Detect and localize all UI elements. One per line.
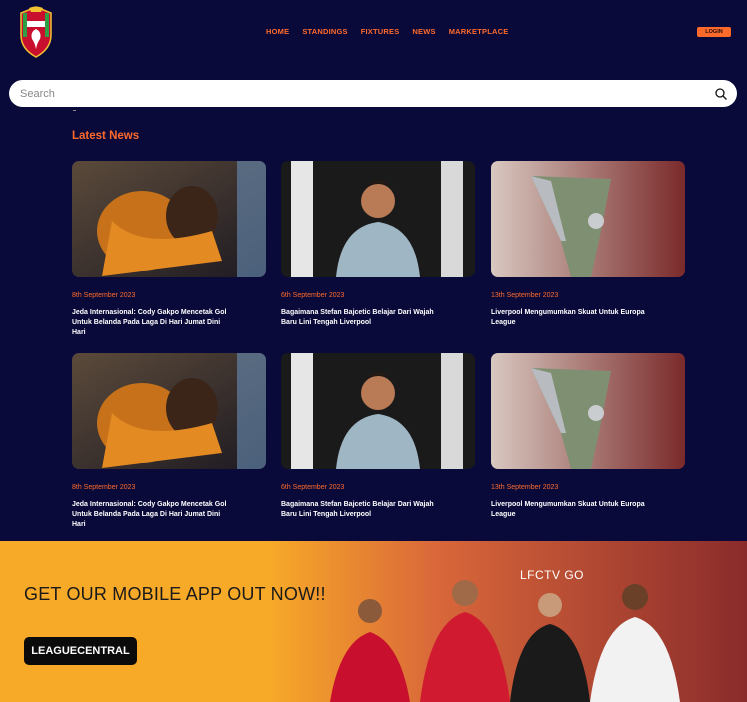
news-title[interactable]: Jeda Internasional: Cody Gakpo Mencetak …: [72, 500, 232, 530]
section-title: Latest News: [72, 130, 140, 142]
login-button[interactable]: LOGIN: [697, 27, 731, 37]
players-hugging-image: [72, 161, 266, 277]
banner-headline: GET OUR MOBILE APP OUT NOW!!: [24, 584, 326, 604]
nav-standings[interactable]: STANDINGS: [302, 27, 347, 36]
news-card[interactable]: 13th September 2023 Liverpool Mengumumka…: [491, 161, 685, 326]
player-training-image: [281, 353, 475, 469]
site-header: HOME STANDINGS FIXTURES NEWS MARKETPLACE…: [0, 0, 747, 66]
divider: [73, 110, 76, 111]
news-title[interactable]: Bagaimana Stefan Bajcetic Belajar Dari W…: [281, 308, 441, 328]
nav-news[interactable]: NEWS: [412, 27, 435, 36]
news-date: 13th September 2023: [491, 484, 559, 491]
news-card[interactable]: 6th September 2023 Bagaimana Stefan Bajc…: [281, 353, 475, 518]
news-title[interactable]: Liverpool Mengumumkan Skuat Untuk Europa…: [491, 308, 651, 328]
nav-home[interactable]: HOME: [266, 27, 289, 36]
search-icon[interactable]: [714, 87, 728, 101]
player-training-image: [281, 161, 475, 277]
liverpool-crest-logo[interactable]: [15, 5, 57, 59]
news-title[interactable]: Liverpool Mengumumkan Skuat Untuk Europa…: [491, 500, 651, 520]
news-date: 13th September 2023: [491, 292, 559, 299]
europa-trophy-image: [491, 353, 685, 469]
search-bar: [9, 80, 737, 107]
news-date: 6th September 2023: [281, 484, 345, 491]
news-date: 8th September 2023: [72, 484, 136, 491]
news-date: 8th September 2023: [72, 292, 136, 299]
players-celebration-image: [270, 541, 747, 702]
app-promo-banner: LFCTV GO GET OUR MOBILE APP OUT NOW!! LE…: [0, 541, 747, 702]
nav-marketplace[interactable]: MARKETPLACE: [449, 27, 509, 36]
main-nav: HOME STANDINGS FIXTURES NEWS MARKETPLACE: [266, 27, 508, 36]
players-hugging-image: [72, 353, 266, 469]
europa-trophy-image: [491, 161, 685, 277]
news-card[interactable]: 6th September 2023 Bagaimana Stefan Bajc…: [281, 161, 475, 326]
lfctv-go-logo: LFCTV GO: [520, 568, 585, 582]
news-card[interactable]: 13th September 2023 Liverpool Mengumumka…: [491, 353, 685, 518]
nav-fixtures[interactable]: FIXTURES: [361, 27, 400, 36]
news-title[interactable]: Jeda Internasional: Cody Gakpo Mencetak …: [72, 308, 232, 338]
news-card[interactable]: 8th September 2023 Jeda Internasional: C…: [72, 161, 266, 336]
news-card[interactable]: 8th September 2023 Jeda Internasional: C…: [72, 353, 266, 528]
leaguecentral-button[interactable]: LEAGUECENTRAL: [24, 637, 137, 665]
news-title[interactable]: Bagaimana Stefan Bajcetic Belajar Dari W…: [281, 500, 441, 520]
search-input[interactable]: [20, 80, 700, 107]
news-date: 6th September 2023: [281, 292, 345, 299]
